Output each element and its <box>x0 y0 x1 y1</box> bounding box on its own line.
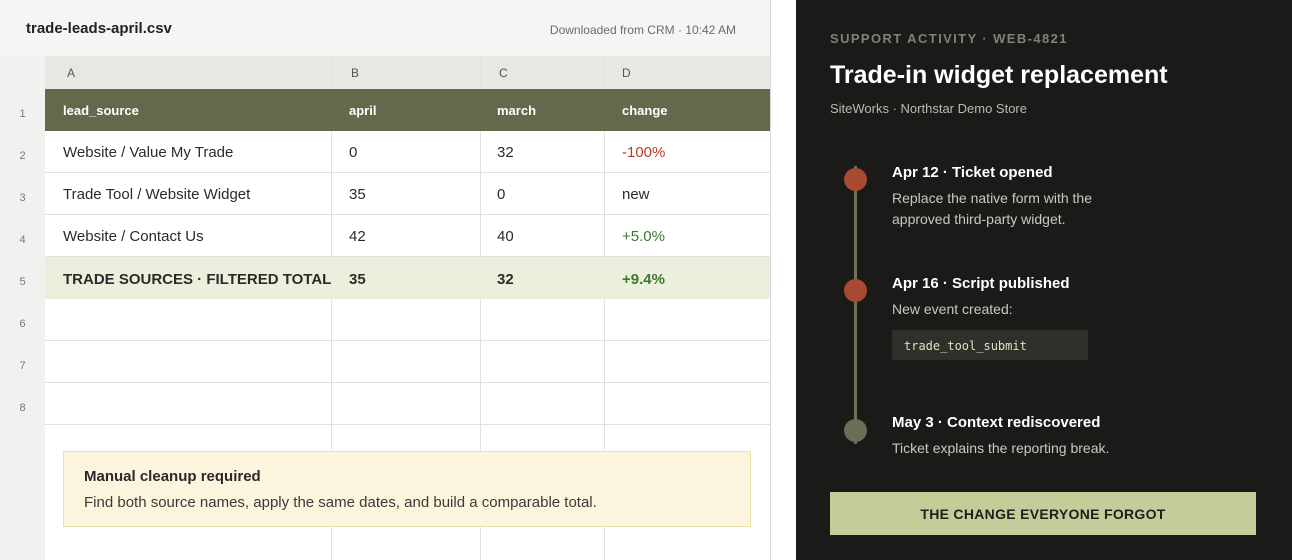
table-cell[interactable]: Website / Value My Trade <box>63 144 233 161</box>
note-title: Manual cleanup required <box>84 468 261 485</box>
event-code: trade_tool_submit <box>892 330 1088 360</box>
row-number[interactable]: 7 <box>0 360 45 372</box>
total-cell[interactable]: +9.4% <box>622 271 665 288</box>
event-body: Replace the native form with the approve… <box>892 190 1092 227</box>
grid-line <box>45 340 770 341</box>
timeline-dot-icon <box>844 279 867 302</box>
table-cell[interactable]: 35 <box>349 186 366 203</box>
table-cell[interactable]: Trade Tool / Website Widget <box>63 186 250 203</box>
header-cell[interactable]: lead_source <box>63 103 139 118</box>
event-body: Ticket explains the reporting break. <box>892 440 1110 456</box>
total-cell[interactable]: 32 <box>497 271 514 288</box>
header-cell[interactable]: march <box>497 103 536 118</box>
header-cell[interactable]: change <box>622 103 668 118</box>
table-cell[interactable]: 42 <box>349 228 366 245</box>
grid-line <box>45 172 770 173</box>
table-cell[interactable]: Website / Contact Us <box>63 228 204 245</box>
timeline-line <box>854 166 857 444</box>
row-number[interactable]: 8 <box>0 402 45 414</box>
row-number[interactable]: 4 <box>0 234 45 246</box>
row-number[interactable]: 3 <box>0 192 45 204</box>
spreadsheet-view: trade-leads-april.csv Downloaded from CR… <box>0 0 771 560</box>
event-body: New event created: <box>892 301 1013 317</box>
grid-line <box>45 424 770 425</box>
grid-line <box>45 214 770 215</box>
table-cell[interactable]: 0 <box>497 186 505 203</box>
column-header[interactable]: D <box>622 66 631 80</box>
column-header-bar: A B C D <box>45 56 770 89</box>
panel-subtitle: SiteWorks · Northstar Demo Store <box>830 101 1027 116</box>
row-number[interactable]: 2 <box>0 150 45 162</box>
column-header[interactable]: A <box>67 66 75 80</box>
table-cell[interactable]: 32 <box>497 144 514 161</box>
row-number[interactable]: 6 <box>0 318 45 330</box>
grid-line <box>45 382 770 383</box>
row-number[interactable]: 5 <box>0 276 45 288</box>
headline-banner: THE CHANGE EVERYONE FORGOT <box>830 492 1256 535</box>
table-cell[interactable]: 40 <box>497 228 514 245</box>
panel-title: Trade-in widget replacement <box>830 61 1168 89</box>
timeline-dot-icon <box>844 419 867 442</box>
timeline-dot-icon <box>844 168 867 191</box>
event-title: May 3 · Context rediscovered <box>892 414 1101 431</box>
row-number-gutter <box>0 56 45 560</box>
support-activity-panel: SUPPORT ACTIVITY · WEB-4821 Trade-in wid… <box>796 0 1292 560</box>
row-number[interactable]: 1 <box>0 108 45 120</box>
ticket-kicker: SUPPORT ACTIVITY · WEB-4821 <box>830 31 1068 46</box>
banner-label: THE CHANGE EVERYONE FORGOT <box>920 506 1166 522</box>
event-title: Apr 16 · Script published <box>892 275 1070 292</box>
table-cell[interactable]: +5.0% <box>622 228 665 245</box>
download-status: Downloaded from CRM · 10:42 AM <box>549 23 736 37</box>
file-header: trade-leads-april.csv Downloaded from CR… <box>0 0 770 56</box>
table-cell[interactable]: new <box>622 186 650 203</box>
cleanup-note: Manual cleanup required Find both source… <box>63 451 751 527</box>
table-cell[interactable]: -100% <box>622 144 665 161</box>
note-body: Find both source names, apply the same d… <box>84 494 597 511</box>
column-header[interactable]: C <box>499 66 508 80</box>
table-header-row: lead_source april march change <box>45 89 770 131</box>
header-cell[interactable]: april <box>349 103 376 118</box>
total-cell[interactable]: 35 <box>349 271 366 288</box>
file-name: trade-leads-april.csv <box>26 20 172 37</box>
column-header[interactable]: B <box>351 66 359 80</box>
event-title: Apr 12 · Ticket opened <box>892 164 1053 181</box>
table-cell[interactable]: 0 <box>349 144 357 161</box>
total-cell[interactable]: TRADE SOURCES · FILTERED TOTAL <box>63 271 331 288</box>
